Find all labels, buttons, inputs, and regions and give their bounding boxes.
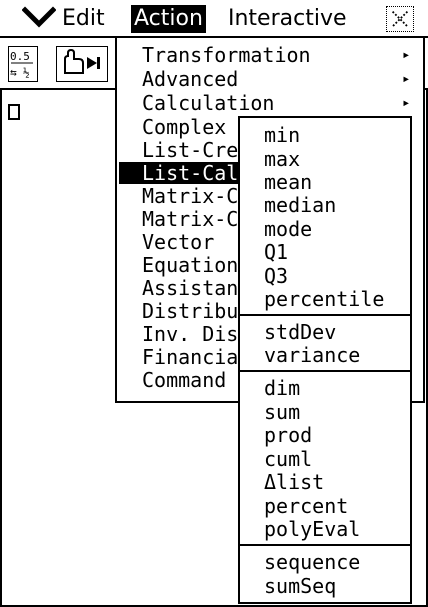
submenu-item-mean[interactable]: mean bbox=[264, 171, 312, 193]
submenu-item-sumseq[interactable]: sumSeq bbox=[264, 575, 336, 597]
hand-play-button[interactable] bbox=[56, 46, 108, 82]
submenu-item-delta-list[interactable]: Δlist bbox=[264, 471, 324, 493]
submenu-item-stddev[interactable]: stdDev bbox=[264, 321, 336, 343]
submenu-item-dim[interactable]: dim bbox=[264, 377, 300, 399]
submenu-separator bbox=[240, 370, 410, 372]
submenu-arrow-icon: ▸ bbox=[402, 71, 411, 87]
menu-item-complex[interactable]: Complex bbox=[142, 116, 226, 138]
submenu-item-percent[interactable]: percent bbox=[264, 495, 348, 517]
input-cursor bbox=[8, 104, 20, 120]
submenu-item-variance[interactable]: variance bbox=[264, 344, 360, 366]
menu-action[interactable]: Action bbox=[131, 5, 206, 33]
menu-item-command[interactable]: Command bbox=[142, 369, 226, 391]
submenu-item-max[interactable]: max bbox=[264, 148, 300, 170]
menu-interactive[interactable]: Interactive bbox=[228, 5, 347, 33]
submenu-item-q1[interactable]: Q1 bbox=[264, 241, 288, 263]
submenu-item-sequence[interactable]: sequence bbox=[264, 551, 360, 573]
submenu-separator bbox=[240, 544, 410, 546]
submenu-arrow-icon: ▸ bbox=[402, 95, 411, 111]
submenu-item-percentile[interactable]: percentile bbox=[264, 288, 384, 310]
submenu-arrow-icon: ▸ bbox=[402, 47, 411, 63]
menu-item-vector[interactable]: Vector bbox=[142, 231, 214, 253]
menu-edit[interactable]: Edit bbox=[62, 5, 105, 33]
menu-item-assistant[interactable]: Assistant bbox=[142, 277, 250, 299]
submenu-separator bbox=[240, 314, 410, 316]
list-calculation-submenu: min max mean median mode Q1 Q3 percentil… bbox=[238, 116, 412, 604]
svg-text:0.5: 0.5 bbox=[10, 50, 30, 63]
fraction-decimal-button[interactable]: 0.5 ⇆ ½ bbox=[8, 46, 38, 82]
menu-item-financial[interactable]: Financial bbox=[142, 346, 250, 368]
hand-play-icon bbox=[64, 48, 100, 74]
submenu-item-sum[interactable]: sum bbox=[264, 401, 300, 423]
chevron-down-icon[interactable] bbox=[22, 4, 56, 32]
svg-text:½: ½ bbox=[23, 66, 30, 79]
close-icon[interactable] bbox=[386, 6, 414, 32]
menu-item-transformation[interactable]: Transformation ▸ bbox=[142, 44, 410, 66]
fraction-decimal-icon: 0.5 ⇆ ½ bbox=[10, 50, 33, 79]
menu-item-calculation[interactable]: Calculation ▸ bbox=[142, 92, 410, 114]
menu-bar: Edit Action Interactive bbox=[0, 0, 428, 38]
svg-text:⇆: ⇆ bbox=[10, 66, 17, 79]
menu-item-advanced[interactable]: Advanced ▸ bbox=[142, 68, 410, 90]
submenu-item-polyeval[interactable]: polyEval bbox=[264, 518, 360, 540]
submenu-item-prod[interactable]: prod bbox=[264, 424, 312, 446]
submenu-item-q3[interactable]: Q3 bbox=[264, 265, 288, 287]
submenu-item-min[interactable]: min bbox=[264, 124, 300, 146]
submenu-item-median[interactable]: median bbox=[264, 194, 336, 216]
submenu-item-mode[interactable]: mode bbox=[264, 218, 312, 240]
submenu-item-cuml[interactable]: cuml bbox=[264, 448, 312, 470]
